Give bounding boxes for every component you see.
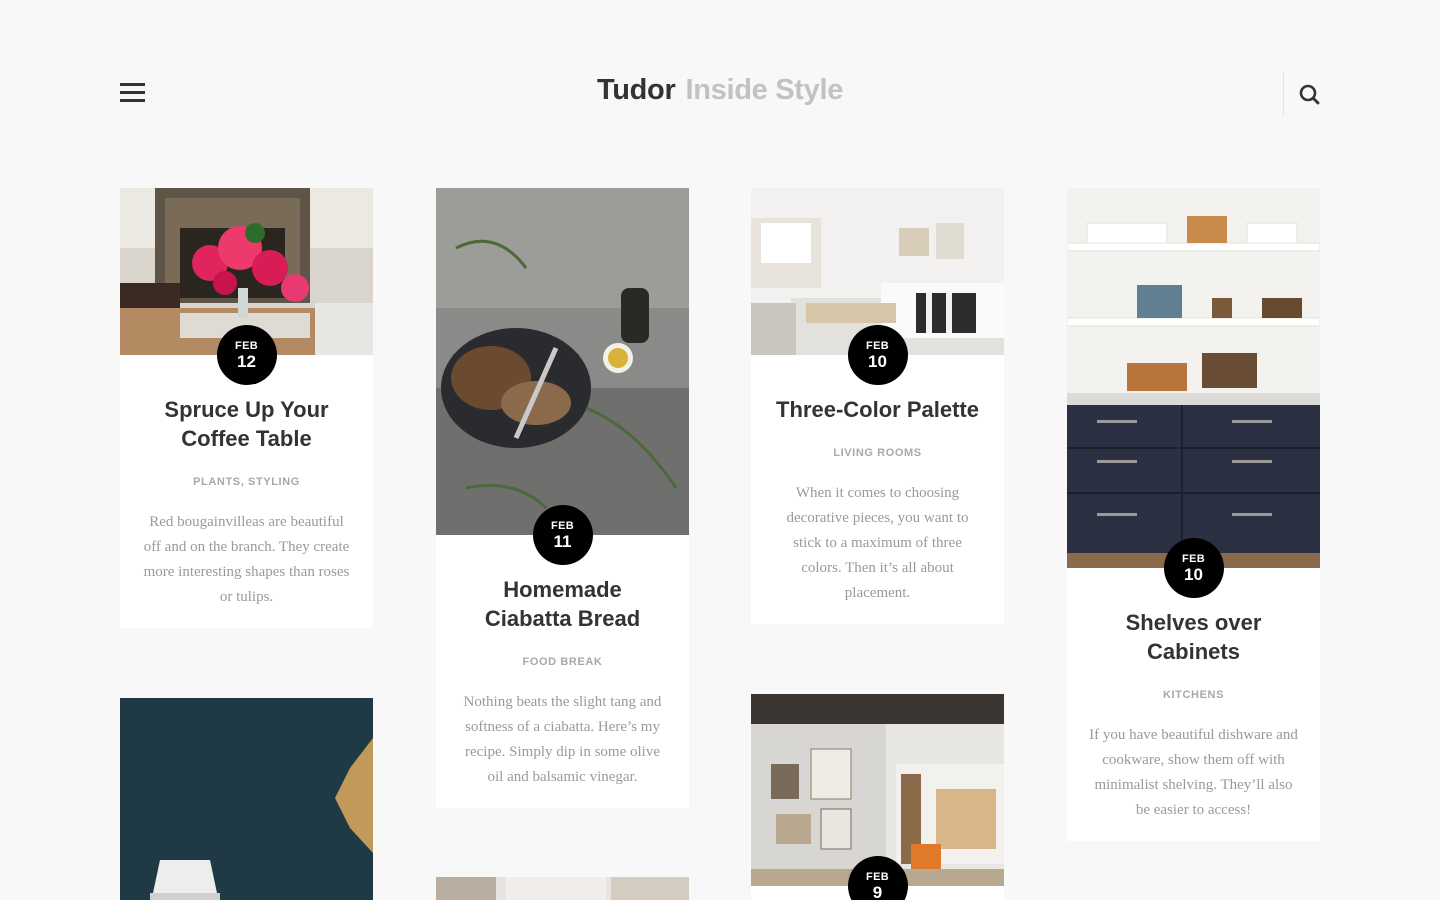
date-month: FEB: [866, 871, 889, 883]
post-card[interactable]: [120, 698, 373, 900]
post-categories[interactable]: LIVING ROOMS: [751, 447, 1004, 459]
site-header: Tudor Inside Style: [0, 0, 1440, 160]
date-month: FEB: [551, 520, 574, 532]
post-excerpt: Red bougainvilleas are beautiful off and…: [143, 514, 350, 605]
post-card[interactable]: FEB 10 Three-Color Palette LIVING ROOMS …: [751, 188, 1004, 624]
post-categories[interactable]: PLANTS, STYLING: [120, 476, 373, 488]
post-categories[interactable]: KITCHENS: [1067, 689, 1320, 701]
post-card[interactable]: FEB 12 Spruce Up Your Coffee Table PLANT…: [120, 188, 373, 628]
date-day: 10: [1184, 565, 1203, 584]
date-day: 10: [868, 352, 887, 371]
post-card[interactable]: FEB 10 Shelves over Cabinets KITCHENS If…: [1067, 188, 1320, 841]
search-icon[interactable]: [1297, 82, 1323, 108]
header-divider: [1283, 71, 1284, 116]
post-image-kitchen[interactable]: [1067, 188, 1320, 568]
post-image-room[interactable]: [436, 877, 689, 900]
post-image-ciabatta[interactable]: [436, 188, 689, 535]
site-tagline: Inside Style: [685, 74, 844, 106]
post-card[interactable]: [436, 877, 689, 900]
date-day: 9: [872, 883, 883, 900]
post-categories[interactable]: FOOD BREAK: [436, 656, 689, 668]
post-card[interactable]: FEB 9: [751, 694, 1004, 900]
date-badge: FEB 10: [847, 325, 908, 385]
date-month: FEB: [866, 340, 889, 352]
post-excerpt: When it comes to choosing decorative pie…: [786, 485, 969, 601]
site-logo[interactable]: Tudor Inside Style: [0, 74, 1440, 107]
date-badge: FEB 10: [1163, 538, 1224, 598]
site-brand[interactable]: Tudor: [597, 74, 676, 106]
date-badge: FEB 12: [216, 325, 277, 385]
post-excerpt: If you have beautiful dishware and cookw…: [1089, 727, 1298, 818]
post-card[interactable]: FEB 11 Homemade Ciabatta Bread FOOD BREA…: [436, 188, 689, 808]
date-day: 12: [237, 352, 256, 371]
date-day: 11: [553, 532, 572, 551]
date-badge: FEB 11: [532, 505, 593, 565]
post-image-lamp[interactable]: [120, 698, 373, 900]
post-excerpt: Nothing beats the slight tang and softne…: [463, 694, 662, 785]
date-month: FEB: [1182, 553, 1205, 565]
date-month: FEB: [235, 340, 258, 352]
